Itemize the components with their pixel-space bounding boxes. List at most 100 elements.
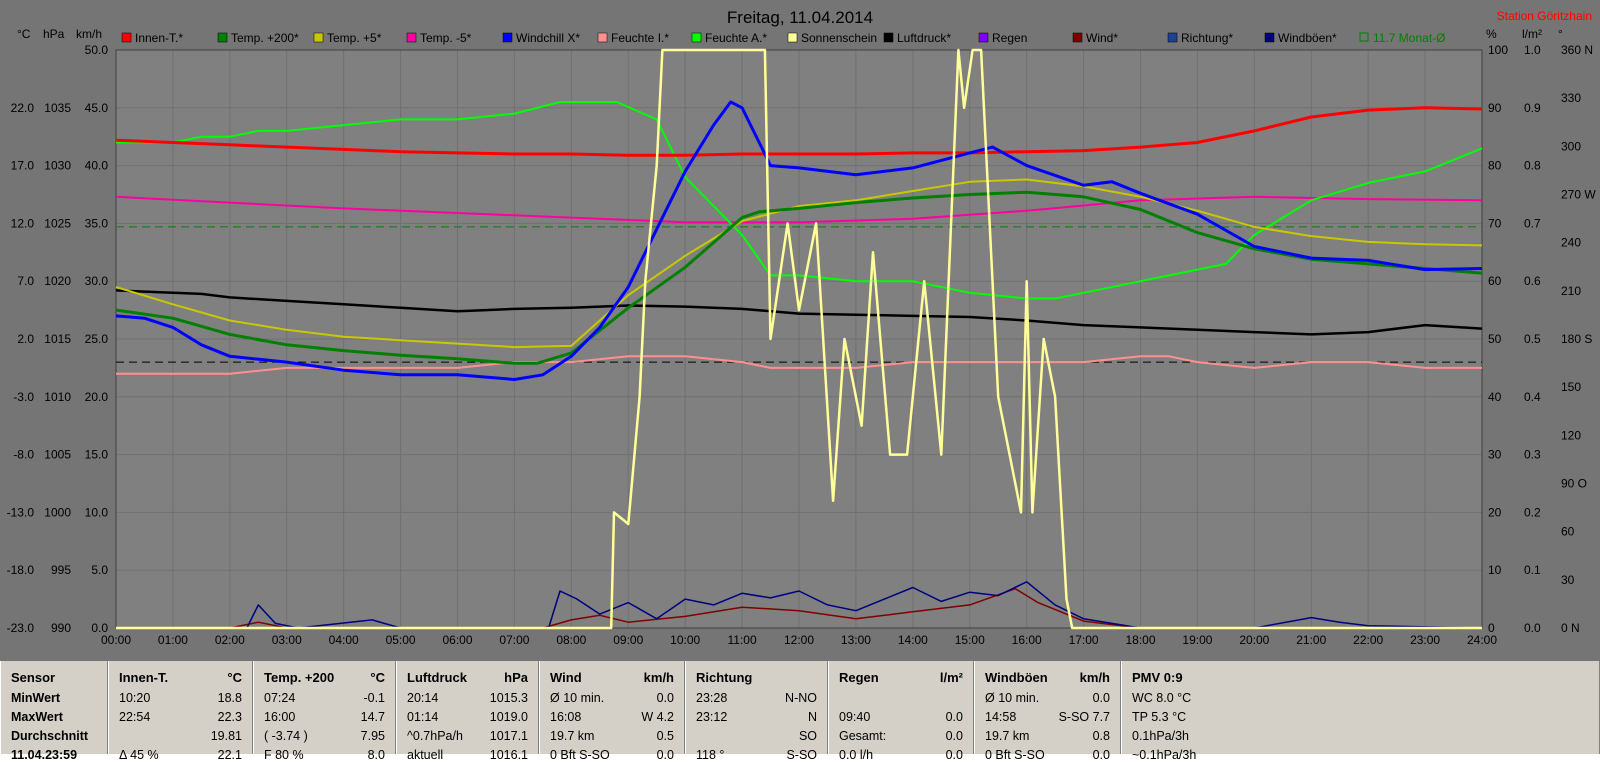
legend-swatch [691,32,702,43]
richtung-max-value: N [807,710,817,724]
innen-unit: °C [227,670,242,685]
y-tick-label-humidity: 20 [1488,505,1502,519]
richtung-now-degrees: 118 ° [696,748,725,762]
x-tick-label: 18:00 [1125,633,1155,647]
y-tick-label-temp: -23.0 [7,621,35,635]
temp200-min-time: 07:24 [264,691,296,705]
boeen-max-time: 14:58 [985,710,1017,724]
regen-now-value: 0.0 [945,748,963,762]
legend-label: Regen [992,31,1027,45]
innen-now-value: 22.1 [217,748,242,762]
regen-header: Regen [839,670,879,685]
y-tick-label-wind: 0.0 [91,621,108,635]
pmv-header: PMV 0:9 [1132,670,1183,685]
regen-max-time: 09:40 [839,710,871,724]
wind-avg10-label: Ø 10 min. [550,691,605,705]
druck-min-value: 1015.3 [489,691,528,705]
legend-swatch [406,32,417,43]
richtung-now-value: S-SO [786,748,817,762]
y-tick-label-pressure: 1020 [44,274,71,288]
x-tick-label: 05:00 [386,633,416,647]
y-tick-label-temp: 17.0 [11,159,35,173]
unit-direction: ° [1558,27,1563,41]
y-tick-label-direction: 0 N [1561,621,1580,635]
pmv-pressure-trend: 0.1hPa/3h [1132,729,1189,743]
legend-label: 11.7 Monat-Ø [1373,31,1445,45]
x-tick-label: 02:00 [215,633,245,647]
x-tick-label: 04:00 [329,633,359,647]
col-pmv: PMV 0:9 WC 8.0 °C TP 5.3 °C 0.1hPa/3h ~0… [1121,661,1600,762]
legend-label: Sonnenschein [801,31,877,45]
y-tick-label-wind: 45.0 [85,101,109,115]
innen-max-time: 22:54 [119,710,151,724]
y-tick-label-wind: 40.0 [85,159,109,173]
y-tick-label-pressure: 1035 [44,101,71,115]
y-tick-label-temp: 7.0 [17,274,34,288]
weather-chart: 00:00 01:00 02:00 03:00 04:00 05:00 06:00 07:00… [0,0,1600,661]
temp200-header: Temp. +200 [264,670,335,685]
temp200-min-value: -0.1 [363,691,385,705]
y-tick-label-direction: 240 [1561,236,1581,250]
wind-header: Wind [550,670,582,685]
x-tick-label: 08:00 [556,633,586,647]
y-tick-label-humidity: 100 [1488,43,1508,57]
y-tick-label-temp: -3.0 [13,390,34,404]
legend-swatch [217,32,228,43]
legend-swatch [978,32,989,43]
y-tick-label-wind: 50.0 [85,43,109,57]
wind-unit: km/h [643,670,674,685]
pmv-pressure-trend-2: ~0.1hPa/3h [1132,748,1197,762]
wind-max-value: W 4.2 [641,710,674,724]
y-tick-label-humidity: 80 [1488,159,1502,173]
druck-now-value: 1016.1 [489,748,528,762]
innen-min-value: 18.8 [217,691,242,705]
y-tick-label-direction: 210 [1561,284,1581,298]
x-tick-label: 00:00 [101,633,131,647]
wind-now-bft: 0 Bft S-SO [550,748,610,762]
x-tick-label: 11:00 [728,633,757,647]
temp200-unit: °C [370,670,385,685]
x-tick-label: 13:00 [841,633,871,647]
unit-rain: l/m² [1522,27,1542,41]
druck-trend: ^0.7hPa/h [407,729,463,743]
y-tick-label-direction: 150 [1561,380,1581,394]
y-tick-label-rain: 1.0 [1524,43,1541,57]
y-tick-label-rain: 0.1 [1524,563,1541,577]
y-tick-label-rain: 0.2 [1524,505,1541,519]
temp200-now-humidity: F 80 % [264,748,304,762]
boeen-now-bft: 0 Bft S-SO [985,748,1045,762]
x-tick-label: 15:00 [955,633,985,647]
y-tick-label-wind: 30.0 [85,274,109,288]
druck-unit: hPa [504,670,528,685]
wind-distance: 19.7 km [550,729,595,743]
y-tick-label-wind: 10.0 [85,505,109,519]
y-tick-label-direction: 120 [1561,428,1581,442]
legend-swatch [1264,32,1275,43]
legend-swatch [1072,32,1083,43]
col-windboeen: Windböen km/h Ø 10 min. 0.0 14:58 S-SO 7… [974,661,1121,762]
y-tick-label-humidity: 40 [1488,390,1502,404]
y-tick-label-temp: -18.0 [7,563,35,577]
druck-max-time: 01:14 [407,710,439,724]
legend-label: Luftdruck* [897,31,951,45]
y-tick-label-rain: 0.6 [1524,274,1541,288]
summary-table: Sensor MinWert MaxWert Durchschnitt 11.0… [0,661,1600,762]
pmv-dewpoint: TP 5.3 °C [1132,710,1187,724]
y-tick-label-pressure: 990 [51,621,71,635]
col-wind: Wind km/h Ø 10 min. 0.0 16:08 W 4.2 19.7… [539,661,685,762]
x-tick-label: 10:00 [670,633,700,647]
legend-swatch [1167,32,1178,43]
temp200-now-value: 8.0 [367,748,385,762]
legend-label: Windchill X* [516,31,580,45]
legend-label: Temp. +5* [327,31,382,45]
col-temp200: Temp. +200 °C 07:24 -0.1 16:00 14.7 ( -3… [253,661,396,762]
legend-swatch [121,32,132,43]
y-tick-label-rain: 0.0 [1524,621,1541,635]
legend-label: Richtung* [1181,31,1233,45]
row-label-min: MinWert [11,691,61,705]
innen-now-humidity: Δ 45 % [119,748,159,762]
y-tick-label-direction: 360 N [1561,43,1593,57]
y-tick-label-humidity: 0 [1488,621,1495,635]
y-tick-label-direction: 180 S [1561,332,1592,346]
unit-temp: °C [17,27,31,41]
